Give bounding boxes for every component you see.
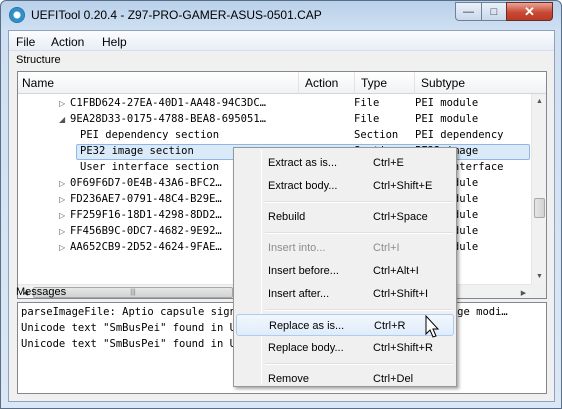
- menu-item-label: Insert before...: [268, 265, 339, 277]
- minimize-icon: —: [463, 5, 474, 18]
- collapse-arrow-icon[interactable]: ◢: [59, 115, 65, 124]
- menu-item-label: Replace as is...: [269, 320, 345, 332]
- menu-action[interactable]: Action: [51, 35, 84, 49]
- menu-item-label: Extract body...: [268, 180, 338, 192]
- scrollbar-corner: [531, 284, 546, 298]
- expand-arrow-icon[interactable]: ▷: [59, 179, 65, 188]
- menu-help[interactable]: Help: [102, 35, 127, 49]
- tree-row[interactable]: PEI dependency section Section PEI depende…: [18, 128, 531, 144]
- cell-name: PEI dependency section: [80, 129, 220, 141]
- menu-item-extract-as-is[interactable]: Extract as is... Ctrl+E: [236, 152, 454, 174]
- cell-subtype: PEI dependency: [415, 129, 504, 141]
- app-icon: [9, 7, 25, 23]
- cell-type: File: [354, 97, 380, 109]
- cell-name: AA652CB9-2D52-4624-9FAE…: [70, 241, 222, 253]
- menu-item-insert-after[interactable]: Insert after... Ctrl+Shift+I: [236, 283, 454, 305]
- menu-separator: [265, 309, 453, 311]
- menu-item-shortcut: Ctrl+Alt+I: [373, 265, 419, 277]
- menu-item-insert-into[interactable]: Insert into... Ctrl+I: [236, 237, 454, 259]
- vertical-scroll-thumb[interactable]: [534, 198, 545, 218]
- menu-item-label: Remove: [268, 373, 309, 385]
- menu-item-remove[interactable]: Remove Ctrl+Del: [236, 368, 454, 390]
- menu-item-label: Replace body...: [268, 342, 344, 354]
- scroll-right-icon[interactable]: ▶: [516, 285, 531, 298]
- column-action[interactable]: Action: [305, 76, 338, 90]
- column-type[interactable]: Type: [361, 76, 387, 90]
- cell-subtype: PEI module: [415, 113, 479, 125]
- menu-separator: [265, 201, 453, 203]
- minimize-button[interactable]: —: [455, 2, 482, 21]
- menu-item-label: Rebuild: [268, 211, 306, 223]
- window-title: UEFITool 0.20.4 - Z97-PRO-GAMER-ASUS-050…: [31, 8, 322, 22]
- column-separator[interactable]: [298, 72, 299, 94]
- expand-arrow-icon[interactable]: ▷: [59, 243, 65, 252]
- expand-arrow-icon[interactable]: ▷: [59, 195, 65, 204]
- menu-item-replace-body[interactable]: Replace body... Ctrl+Shift+R: [236, 337, 454, 359]
- menu-bar: File Action Help: [9, 31, 554, 51]
- cell-name: 9EA28D33-0175-4788-BEA8-695051…: [70, 113, 266, 125]
- maximize-icon: □: [490, 5, 498, 18]
- cell-name: FF456B9C-0DC7-4682-9E92…: [70, 225, 222, 237]
- menu-separator: [265, 363, 453, 365]
- cell-name: 0F69F6D7-0E4B-43A6-BFC2…: [70, 177, 222, 189]
- column-subtype[interactable]: Subtype: [421, 76, 465, 90]
- menu-file[interactable]: File: [16, 35, 35, 49]
- column-name[interactable]: Name: [22, 76, 54, 90]
- menu-item-shortcut: Ctrl+Shift+I: [373, 288, 429, 300]
- menu-item-shortcut: Ctrl+Del: [373, 373, 414, 385]
- tree-row[interactable]: ▷ C1FBD624-27EA-40D1-AA48-94C3DC… File PEI …: [18, 96, 531, 112]
- menu-item-shortcut: Ctrl+Shift+E: [373, 180, 433, 192]
- menu-item-insert-before[interactable]: Insert before... Ctrl+Alt+I: [236, 260, 454, 282]
- messages-label: Messages: [16, 286, 67, 298]
- title-bar[interactable]: UEFITool 0.20.4 - Z97-PRO-GAMER-ASUS-050…: [1, 1, 561, 29]
- cell-subtype: PEI module: [415, 97, 479, 109]
- cell-name: FF259F16-18D1-4298-8DD2…: [70, 209, 222, 221]
- maximize-button[interactable]: □: [481, 2, 507, 21]
- cell-name: User interface section: [80, 161, 220, 173]
- mouse-pointer-icon: [425, 315, 440, 338]
- menu-item-label: Insert after...: [268, 288, 330, 300]
- menu-item-label: Insert into...: [268, 242, 326, 254]
- cell-name: C1FBD624-27EA-40D1-AA48-94C3DC…: [70, 97, 266, 109]
- menu-item-rebuild[interactable]: Rebuild Ctrl+Space: [236, 206, 454, 228]
- structure-label: Structure: [16, 54, 61, 66]
- close-button[interactable]: ✕: [506, 2, 553, 21]
- cell-type: Section: [354, 129, 399, 141]
- menu-item-shortcut: Ctrl+E: [373, 157, 404, 169]
- expand-arrow-icon[interactable]: ▷: [59, 227, 65, 236]
- context-menu: Extract as is... Ctrl+E Extract body... Ctr…: [233, 147, 457, 387]
- close-icon: ✕: [524, 3, 535, 19]
- tree-row[interactable]: ◢ 9EA28D33-0175-4788-BEA8-695051… File PEI …: [18, 112, 531, 128]
- scroll-up-icon[interactable]: ▲: [532, 94, 546, 109]
- menu-item-extract-body[interactable]: Extract body... Ctrl+Shift+E: [236, 175, 454, 197]
- scroll-down-icon[interactable]: ▼: [532, 269, 546, 284]
- menu-item-replace-as-is[interactable]: Replace as is... Ctrl+R: [236, 314, 454, 336]
- tree-header: Name Action Type Subtype: [18, 72, 546, 94]
- cell-type: File: [354, 113, 380, 125]
- menu-item-shortcut: Ctrl+Space: [373, 211, 428, 223]
- expand-arrow-icon[interactable]: ▷: [59, 99, 65, 108]
- cell-name: PE32 image section: [80, 145, 194, 157]
- menu-item-label: Extract as is...: [268, 157, 338, 169]
- column-separator[interactable]: [414, 72, 415, 94]
- column-separator[interactable]: [354, 72, 355, 94]
- menu-item-shortcut: Ctrl+I: [373, 242, 400, 254]
- menu-item-shortcut: Ctrl+Shift+R: [373, 342, 433, 354]
- menu-separator: [265, 232, 453, 234]
- menu-item-shortcut: Ctrl+R: [374, 320, 406, 332]
- application-window: UEFITool 0.20.4 - Z97-PRO-GAMER-ASUS-050…: [0, 0, 562, 409]
- expand-arrow-icon[interactable]: ▷: [59, 211, 65, 220]
- cell-name: FD236AE7-0791-48C4-B29E…: [70, 193, 222, 205]
- vertical-scrollbar[interactable]: ▲ ▼: [531, 94, 546, 284]
